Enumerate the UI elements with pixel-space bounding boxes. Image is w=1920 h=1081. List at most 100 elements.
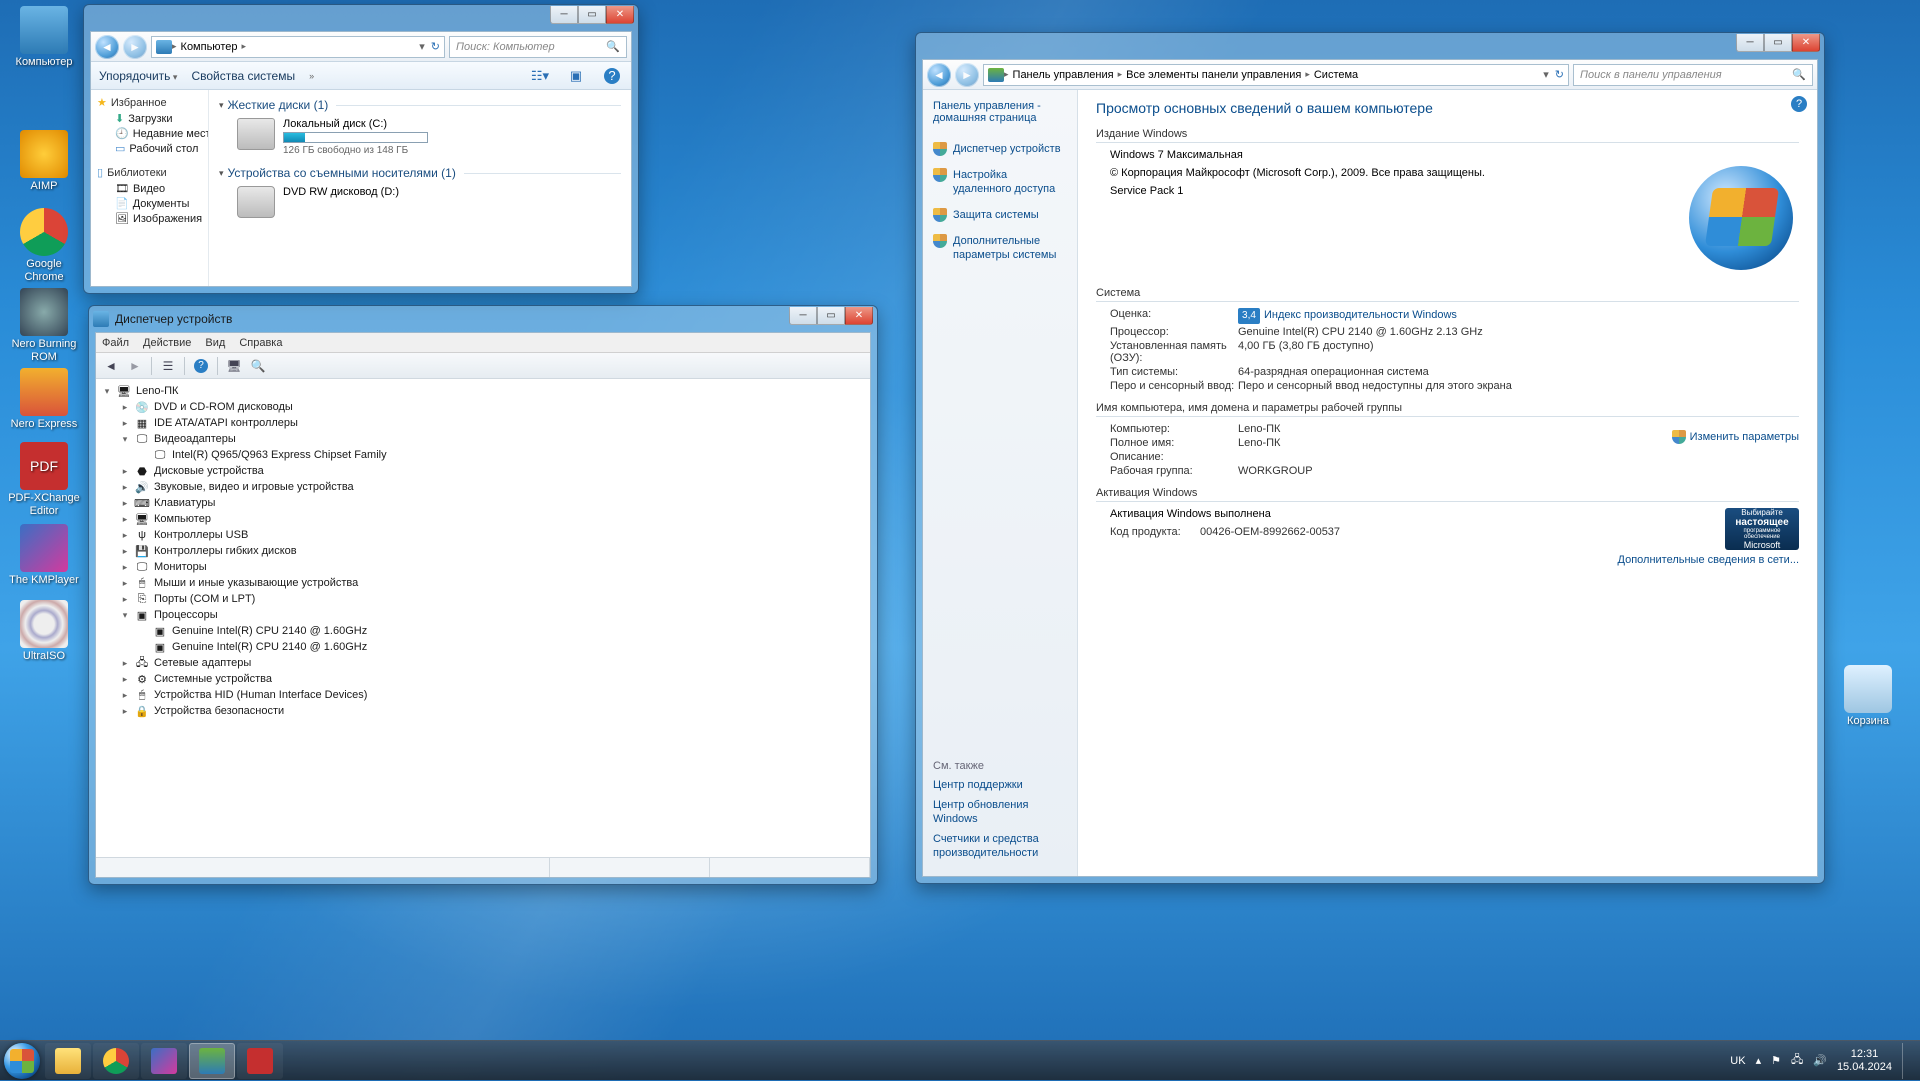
nav-desktop[interactable]: ▭Рабочий стол bbox=[97, 141, 208, 156]
desktop-icon-chrome[interactable]: Google Chrome bbox=[6, 208, 82, 284]
tree-node[interactable]: ▸🖥Компьютер bbox=[102, 511, 864, 527]
desktop-icon-pdf[interactable]: PDFPDF-XChange Editor bbox=[6, 442, 82, 518]
start-button[interactable] bbox=[0, 1041, 44, 1081]
see-also-action-center[interactable]: Центр поддержки bbox=[933, 778, 1067, 792]
tree-node[interactable]: ▸🔊Звуковые, видео и игровые устройства bbox=[102, 479, 864, 495]
show-desktop-button[interactable] bbox=[1902, 1043, 1910, 1079]
nav-videos[interactable]: 🎞Видео bbox=[97, 181, 208, 196]
explorer-titlebar[interactable]: ─ ▭ ✕ bbox=[84, 5, 638, 31]
tree-node[interactable]: ▸💿DVD и CD-ROM дисководы bbox=[102, 399, 864, 415]
nav-pictures[interactable]: 🖼Изображения bbox=[97, 211, 208, 226]
refresh-icon[interactable]: ↻ bbox=[431, 40, 440, 53]
network-icon[interactable]: 🖧 bbox=[1791, 1051, 1803, 1070]
tree-node[interactable]: ▸⎘Порты (COM и LPT) bbox=[102, 591, 864, 607]
maximize-button[interactable]: ▭ bbox=[1764, 34, 1792, 52]
nav-recent[interactable]: 🕘Недавние места bbox=[97, 126, 208, 141]
search-input[interactable]: Поиск: Компьютер🔍 bbox=[449, 36, 627, 58]
desktop-icon-computer[interactable]: Компьютер bbox=[6, 6, 82, 69]
dropdown-icon[interactable]: ▾ bbox=[1543, 68, 1549, 81]
preview-pane-button[interactable]: ▣ bbox=[565, 66, 587, 86]
breadcrumb[interactable]: ▸Панель управления ▸Все элементы панели … bbox=[983, 64, 1569, 86]
side-protection-link[interactable]: Защита системы bbox=[933, 208, 1067, 222]
desktop-icon-kmplayer[interactable]: The KMPlayer bbox=[6, 524, 82, 587]
back-button[interactable]: ◄ bbox=[927, 63, 951, 87]
scan-button[interactable]: 🖥 bbox=[223, 356, 245, 376]
tree-node[interactable]: ▸🔒Устройства безопасности bbox=[102, 703, 864, 719]
desktop-icon-nero[interactable]: Nero Burning ROM bbox=[6, 288, 82, 364]
see-also-update[interactable]: Центр обновления Windows bbox=[933, 798, 1067, 826]
clock[interactable]: 12:3115.04.2024 bbox=[1837, 1048, 1892, 1074]
help-button[interactable]: ? bbox=[190, 356, 212, 376]
menu-view[interactable]: Вид bbox=[205, 337, 225, 349]
tree-node[interactable]: ▸ψКонтроллеры USB bbox=[102, 527, 864, 543]
maximize-button[interactable]: ▭ bbox=[578, 6, 606, 24]
nav-downloads[interactable]: ⬇Загрузки bbox=[97, 111, 208, 126]
minimize-button[interactable]: ─ bbox=[1736, 34, 1764, 52]
tree-node[interactable]: ▸🖧Сетевые адаптеры bbox=[102, 655, 864, 671]
taskbar-kmplayer[interactable] bbox=[141, 1043, 187, 1079]
organize-menu[interactable]: Упорядочить bbox=[99, 69, 177, 83]
recycle-bin[interactable]: Корзина bbox=[1830, 665, 1906, 728]
tree-node[interactable]: ▸💾Контроллеры гибких дисков bbox=[102, 543, 864, 559]
wei-link[interactable]: Индекс производительности Windows bbox=[1264, 309, 1457, 321]
forward-button[interactable]: ► bbox=[123, 35, 147, 59]
help-button[interactable]: ? bbox=[601, 66, 623, 86]
close-button[interactable]: ✕ bbox=[606, 6, 634, 24]
control-panel-home-link[interactable]: Панель управления - домашняя страница bbox=[933, 100, 1067, 124]
menu-help[interactable]: Справка bbox=[239, 337, 282, 349]
action-center-icon[interactable]: ⚑ bbox=[1771, 1054, 1781, 1067]
back-button[interactable]: ◄ bbox=[100, 356, 122, 376]
language-indicator[interactable]: UK bbox=[1730, 1055, 1745, 1067]
tree-node[interactable]: ▣Genuine Intel(R) CPU 2140 @ 1.60GHz bbox=[102, 623, 864, 639]
breadcrumb[interactable]: ▸ Компьютер ▸ ▾ ↻ bbox=[151, 36, 445, 58]
system-properties-button[interactable]: Свойства системы bbox=[191, 69, 295, 83]
menu-action[interactable]: Действие bbox=[143, 337, 191, 349]
show-hidden-button[interactable]: ☰ bbox=[157, 356, 179, 376]
forward-button[interactable]: ► bbox=[124, 356, 146, 376]
category-removable[interactable]: ▾Устройства со съемными носителями (1) bbox=[219, 166, 621, 180]
taskbar-explorer[interactable] bbox=[45, 1043, 91, 1079]
more-online-link[interactable]: Дополнительные сведения в сети... bbox=[1618, 554, 1800, 566]
libraries-header[interactable]: ▯Библиотеки bbox=[97, 166, 208, 179]
taskbar-chrome[interactable] bbox=[93, 1043, 139, 1079]
tree-node[interactable]: ▸▦IDE ATA/ATAPI контроллеры bbox=[102, 415, 864, 431]
volume-icon[interactable]: 🔊 bbox=[1813, 1054, 1827, 1067]
genuine-badge[interactable]: Выбирайте настоящее программное обеспече… bbox=[1725, 508, 1799, 550]
category-hdd[interactable]: ▾Жесткие диски (1) bbox=[219, 98, 621, 112]
search-input[interactable]: Поиск в панели управления🔍 bbox=[1573, 64, 1813, 86]
side-advanced-link[interactable]: Дополнительные параметры системы bbox=[933, 234, 1067, 262]
dropdown-icon[interactable]: ▾ bbox=[419, 40, 425, 53]
desktop-icon-neroexpress[interactable]: Nero Express bbox=[6, 368, 82, 431]
tree-node[interactable]: ▸⬣Дисковые устройства bbox=[102, 463, 864, 479]
side-remote-link[interactable]: Настройка удаленного доступа bbox=[933, 168, 1067, 196]
tree-node[interactable]: 🖵Intel(R) Q965/Q963 Express Chipset Fami… bbox=[102, 447, 864, 463]
see-also-perf[interactable]: Счетчики и средства производительности bbox=[933, 832, 1067, 860]
close-button[interactable]: ✕ bbox=[845, 307, 873, 325]
view-menu[interactable]: ☷▾ bbox=[529, 66, 551, 86]
tree-node[interactable]: ▸🖱Мыши и иные указывающие устройства bbox=[102, 575, 864, 591]
show-hidden-icons[interactable]: ▴ bbox=[1756, 1054, 1762, 1067]
side-devmgr-link[interactable]: Диспетчер устройств bbox=[933, 142, 1067, 156]
dvd-drive[interactable]: DVD RW дисковод (D:) bbox=[237, 186, 621, 218]
desktop-icon-ultraiso[interactable]: UltraISO bbox=[6, 600, 82, 663]
menu-file[interactable]: Файл bbox=[102, 337, 129, 349]
nav-documents[interactable]: 📄Документы bbox=[97, 196, 208, 211]
tree-node[interactable]: ▸⚙Системные устройства bbox=[102, 671, 864, 687]
chevron-right-icon[interactable]: » bbox=[309, 71, 314, 81]
taskbar-control-panel[interactable] bbox=[189, 1043, 235, 1079]
back-button[interactable]: ◄ bbox=[95, 35, 119, 59]
minimize-button[interactable]: ─ bbox=[789, 307, 817, 325]
tree-node[interactable]: ▸⌨Клавиатуры bbox=[102, 495, 864, 511]
devmgr-titlebar[interactable]: Диспетчер устройств ─ ▭ ✕ bbox=[89, 306, 877, 332]
desktop-icon-aimp[interactable]: AIMP bbox=[6, 130, 82, 193]
tree-node[interactable]: ▾🖵Видеоадаптеры bbox=[102, 431, 864, 447]
refresh-icon[interactable]: ↻ bbox=[1555, 68, 1564, 81]
tree-node[interactable]: ▸🖱Устройства HID (Human Interface Device… bbox=[102, 687, 864, 703]
taskbar-pdf[interactable] bbox=[237, 1043, 283, 1079]
forward-button[interactable]: ► bbox=[955, 63, 979, 87]
tree-root[interactable]: ▾🖥Leno-ПК bbox=[102, 383, 864, 399]
favorites-header[interactable]: ★Избранное bbox=[97, 96, 208, 109]
tree-node[interactable]: ▣Genuine Intel(R) CPU 2140 @ 1.60GHz bbox=[102, 639, 864, 655]
minimize-button[interactable]: ─ bbox=[550, 6, 578, 24]
tree-node[interactable]: ▸🖵Мониторы bbox=[102, 559, 864, 575]
